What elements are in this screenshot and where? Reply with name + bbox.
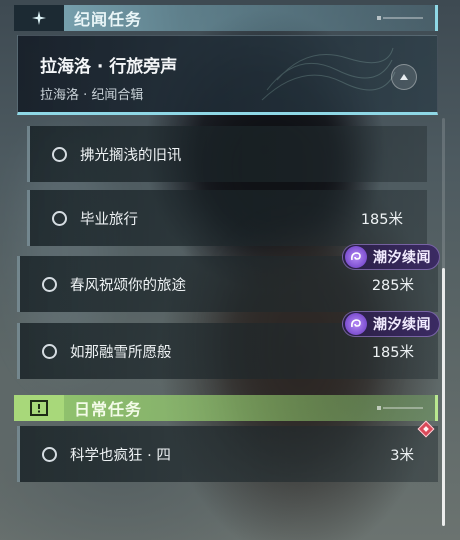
quest-item[interactable]: 拂光搁浅的旧讯 xyxy=(27,126,427,182)
tide-swirl-icon xyxy=(345,246,367,268)
category-title: 日常任务 xyxy=(74,400,143,419)
tide-tag-label: 潮汐续闻 xyxy=(373,317,431,333)
quest-name: 拂光搁浅的旧讯 xyxy=(80,148,182,164)
quest-item[interactable]: 如那融雪所愿般 185米 潮汐续闻 xyxy=(17,311,440,379)
quest-name: 科学也疯狂 · 四 xyxy=(70,448,171,464)
header-decoration xyxy=(377,405,425,411)
tide-tag-badge: 潮汐续闻 xyxy=(342,244,440,270)
tide-swirl-icon xyxy=(345,313,367,335)
active-quest-subtitle: 拉海洛 · 纪闻合辑 xyxy=(40,88,144,103)
scrollbar-thumb[interactable] xyxy=(442,268,445,526)
topography-decoration xyxy=(261,47,396,101)
quest-distance: 185米 xyxy=(371,345,414,361)
quest-name: 毕业旅行 xyxy=(80,212,138,228)
collapse-button[interactable] xyxy=(391,64,417,90)
quest-item[interactable]: 毕业旅行 185米 xyxy=(27,190,427,246)
track-circle-icon[interactable] xyxy=(52,147,67,162)
active-quest-card[interactable]: 拉海洛 · 行旅旁声 拉海洛 · 纪闻合辑 xyxy=(17,35,438,115)
quest-distance: 3米 xyxy=(390,448,414,464)
alert-box-icon xyxy=(14,395,64,421)
chevron-up-icon xyxy=(400,74,408,80)
active-quest-title: 拉海洛 · 行旅旁声 xyxy=(40,57,178,77)
quest-distance: 285米 xyxy=(371,278,414,294)
tide-tag-badge: 潮汐续闻 xyxy=(342,311,440,337)
category-title: 纪闻任务 xyxy=(74,10,143,29)
track-circle-icon[interactable] xyxy=(52,211,67,226)
quest-item[interactable]: 科学也疯狂 · 四 3米 xyxy=(17,426,438,482)
category-header-world-quests[interactable]: 纪闻任务 xyxy=(14,5,438,31)
track-circle-icon[interactable] xyxy=(42,344,57,359)
sparkle-icon xyxy=(14,5,64,31)
header-decoration xyxy=(377,15,425,21)
quest-item[interactable]: 春风祝颂你的旅途 285米 潮汐续闻 xyxy=(17,244,440,312)
track-circle-icon[interactable] xyxy=(42,277,57,292)
quest-distance: 185米 xyxy=(360,212,403,228)
tide-tag-label: 潮汐续闻 xyxy=(373,250,431,266)
quest-name: 春风祝颂你的旅途 xyxy=(70,278,186,294)
track-circle-icon[interactable] xyxy=(42,447,57,462)
category-header-daily-quests[interactable]: 日常任务 xyxy=(14,395,438,421)
quest-name: 如那融雪所愿般 xyxy=(70,345,172,361)
